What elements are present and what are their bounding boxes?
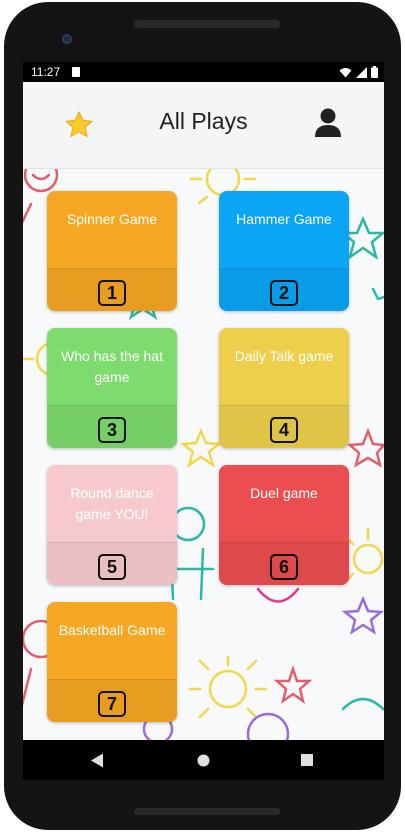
- play-card[interactable]: Hammer Game 2: [219, 191, 349, 311]
- play-number: 4: [270, 417, 298, 443]
- screen: 11:27 All Plays Spinner Game 1 Hammer Ga…: [23, 62, 384, 780]
- card-footer: 1: [47, 268, 177, 311]
- play-title: Duel game: [250, 485, 318, 501]
- battery-icon: [371, 66, 378, 78]
- status-icons: [339, 65, 378, 79]
- play-title: Round dance game YOU!: [70, 485, 154, 522]
- play-number: 6: [270, 554, 298, 580]
- app-bar: All Plays: [23, 82, 384, 169]
- system-nav-bar: [23, 740, 384, 780]
- status-bar: 11:27: [23, 62, 384, 82]
- play-card[interactable]: Basketball Game 7: [47, 602, 177, 722]
- plays-grid: Spinner Game 1 Hammer Game 2 Who has the…: [23, 169, 384, 740]
- play-title: Hammer Game: [236, 211, 332, 227]
- sd-card-icon: [72, 67, 80, 77]
- speaker-grille: [134, 20, 280, 28]
- cellular-signal-icon: [356, 66, 367, 78]
- card-footer: 2: [219, 268, 349, 311]
- card-footer: 7: [47, 679, 177, 722]
- front-camera: [62, 34, 72, 44]
- card-footer: 6: [219, 542, 349, 585]
- recents-icon[interactable]: [301, 754, 313, 766]
- back-icon[interactable]: [90, 753, 104, 768]
- card-footer: 4: [219, 405, 349, 448]
- play-card[interactable]: Who has the hat game 3: [47, 328, 177, 448]
- play-number: 5: [98, 554, 126, 580]
- play-card[interactable]: Round dance game YOU! 5: [47, 465, 177, 585]
- play-number: 1: [98, 280, 126, 306]
- profile-button[interactable]: [313, 107, 343, 139]
- play-number: 7: [98, 691, 126, 717]
- home-icon[interactable]: [197, 754, 210, 767]
- play-number: 3: [98, 417, 126, 443]
- user-icon: [315, 108, 341, 137]
- card-footer: 5: [47, 542, 177, 585]
- bottom-speaker-grille: [134, 808, 280, 815]
- wifi-icon: [339, 67, 352, 77]
- play-card[interactable]: Duel game 6: [219, 465, 349, 585]
- play-title: Daily Talk game: [234, 348, 334, 364]
- play-card[interactable]: Spinner Game 1: [47, 191, 177, 311]
- status-time: 11:27: [31, 65, 61, 79]
- play-card[interactable]: Daily Talk game 4: [219, 328, 349, 448]
- play-title: Spinner Game: [66, 211, 158, 227]
- play-title: Basketball Game: [58, 622, 166, 638]
- play-number: 2: [270, 280, 298, 306]
- card-footer: 3: [47, 405, 177, 448]
- play-title: Who has the hat game: [61, 348, 163, 385]
